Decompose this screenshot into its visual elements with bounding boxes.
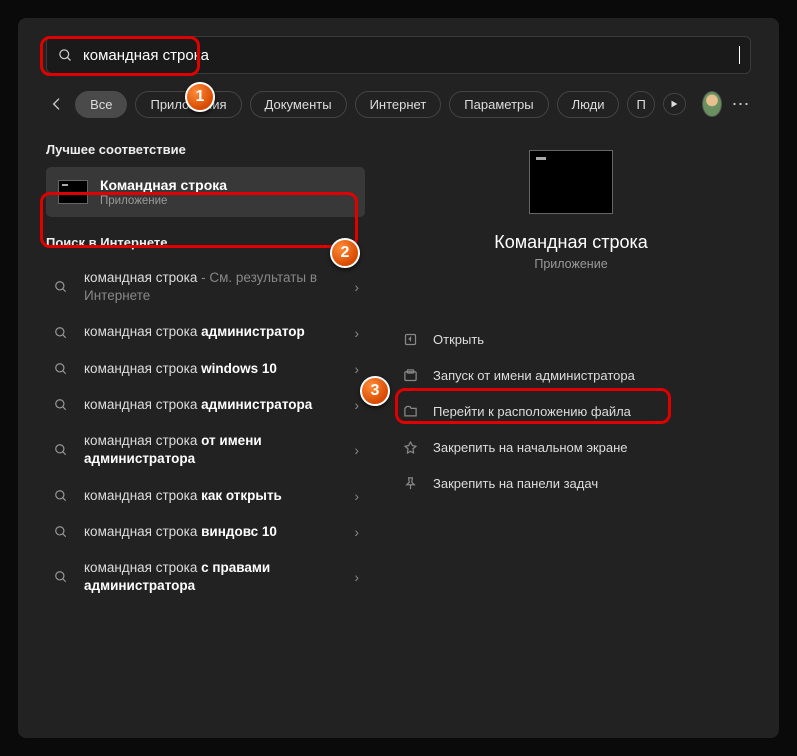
search-icon (52, 568, 70, 586)
best-match-result[interactable]: Командная строка Приложение (46, 167, 365, 217)
tab-settings[interactable]: Параметры (449, 91, 548, 118)
folder-icon (401, 402, 419, 420)
action-label: Открыть (433, 332, 484, 347)
results-pane: Лучшее соответствие Командная строка При… (18, 132, 373, 722)
search-icon (52, 396, 70, 414)
preview-title: Командная строка (391, 232, 751, 253)
action-label: Перейти к расположению файла (433, 404, 631, 419)
chevron-right-icon: › (354, 397, 359, 413)
search-input[interactable]: командная строка (83, 47, 739, 64)
action-run-as-admin[interactable]: Запуск от имени администратора (391, 357, 751, 393)
web-result-item[interactable]: командная строка виндовс 10 › (46, 514, 365, 550)
action-pin-start[interactable]: Закрепить на начальном экране (391, 429, 751, 465)
web-result-text: командная строка администратор (84, 323, 340, 341)
pin-icon (401, 438, 419, 456)
search-bar-container: командная строка (18, 18, 779, 80)
action-pin-taskbar[interactable]: Закрепить на панели задач (391, 465, 751, 501)
web-result-item[interactable]: командная строка с правами администратор… (46, 550, 365, 604)
search-icon (52, 487, 70, 505)
tab-documents[interactable]: Документы (250, 91, 347, 118)
overflow-menu-button[interactable]: ⋯ (730, 90, 751, 118)
best-match-title: Командная строка (100, 177, 227, 193)
web-result-item[interactable]: командная строка от имени администратора… (46, 423, 365, 477)
chevron-right-icon: › (354, 325, 359, 341)
tab-more-clipped[interactable]: П (627, 91, 654, 118)
search-icon (52, 278, 70, 296)
start-search-window: командная строка Все Приложения Документ… (18, 18, 779, 738)
tab-web[interactable]: Интернет (355, 91, 442, 118)
web-result-item[interactable]: командная строка администратор › (46, 314, 365, 350)
chevron-right-icon: › (354, 569, 359, 585)
preview-app-icon (529, 150, 613, 214)
web-result-item[interactable]: командная строка как открыть › (46, 478, 365, 514)
admin-icon (401, 366, 419, 384)
tab-apps[interactable]: Приложения (135, 91, 241, 118)
best-match-subtitle: Приложение (100, 195, 227, 207)
web-result-item[interactable]: командная строка - См. результаты в Инте… (46, 260, 365, 314)
user-avatar[interactable] (702, 91, 722, 117)
back-button[interactable] (46, 90, 67, 118)
search-box[interactable]: командная строка (46, 36, 751, 74)
text-cursor (739, 46, 740, 64)
web-result-text: командная строка как открыть (84, 487, 340, 505)
pin-icon (401, 474, 419, 492)
action-label: Закрепить на панели задач (433, 476, 598, 491)
web-search-label: Поиск в Интернете (46, 235, 365, 250)
web-result-item[interactable]: командная строка администратора › (46, 387, 365, 423)
search-icon (52, 324, 70, 342)
preview-pane: Командная строка Приложение Открыть Запу… (373, 132, 779, 722)
web-result-text: командная строка администратора (84, 396, 340, 414)
tab-all[interactable]: Все (75, 91, 127, 118)
tab-people[interactable]: Люди (557, 91, 620, 118)
web-result-text: командная строка от имени администратора (84, 432, 340, 468)
preview-subtitle: Приложение (391, 257, 751, 271)
cmd-icon (58, 180, 88, 204)
chevron-right-icon: › (354, 524, 359, 540)
open-icon (401, 330, 419, 348)
chevron-right-icon: › (354, 361, 359, 377)
search-icon (52, 523, 70, 541)
web-result-text: командная строка виндовс 10 (84, 523, 340, 541)
search-icon (57, 47, 73, 63)
filter-tabs-row: Все Приложения Документы Интернет Параме… (18, 80, 779, 132)
chevron-right-icon: › (354, 488, 359, 504)
web-results-list: командная строка - См. результаты в Инте… (46, 260, 365, 604)
action-open-location[interactable]: Перейти к расположению файла (391, 393, 751, 429)
web-result-text: командная строка windows 10 (84, 360, 340, 378)
chevron-right-icon: › (354, 279, 359, 295)
tab-media-play[interactable] (663, 93, 686, 115)
action-open[interactable]: Открыть (391, 321, 751, 357)
main-content: Лучшее соответствие Командная строка При… (18, 132, 779, 722)
chevron-right-icon: › (354, 442, 359, 458)
web-result-item[interactable]: командная строка windows 10 › (46, 351, 365, 387)
action-label: Запуск от имени администратора (433, 368, 635, 383)
search-icon (52, 441, 70, 459)
search-icon (52, 360, 70, 378)
web-result-text: командная строка - См. результаты в Инте… (84, 269, 340, 305)
web-result-text: командная строка с правами администратор… (84, 559, 340, 595)
best-match-label: Лучшее соответствие (46, 142, 365, 157)
action-label: Закрепить на начальном экране (433, 440, 628, 455)
